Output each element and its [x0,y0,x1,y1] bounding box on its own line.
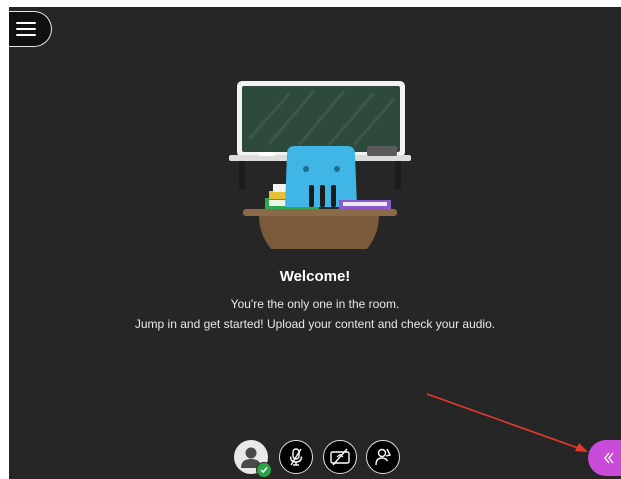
menu-button[interactable] [9,11,52,47]
session-stage: Welcome! You're the only one in the room… [9,7,621,479]
raise-hand-button[interactable] [366,440,400,474]
session-controls [9,440,621,478]
welcome-title: Welcome! [279,268,351,285]
avatar-button[interactable] [234,440,272,478]
microphone-button[interactable] [279,440,313,474]
camera-button[interactable] [323,440,357,474]
hamburger-menu-icon [15,22,36,36]
open-panel-button[interactable] [588,440,621,476]
check-icon [260,467,268,474]
welcome-message-line-2: Jump in and get started! Upload your con… [134,317,496,331]
raise-hand-icon [375,448,392,466]
double-chevron-left-icon [604,452,614,464]
microphone-off-icon [289,448,303,466]
camera-off-icon [330,448,350,466]
status-badge [256,462,272,478]
welcome-message-line-1: You're the only one in the room. [230,297,400,311]
classroom-illustration [229,81,411,249]
